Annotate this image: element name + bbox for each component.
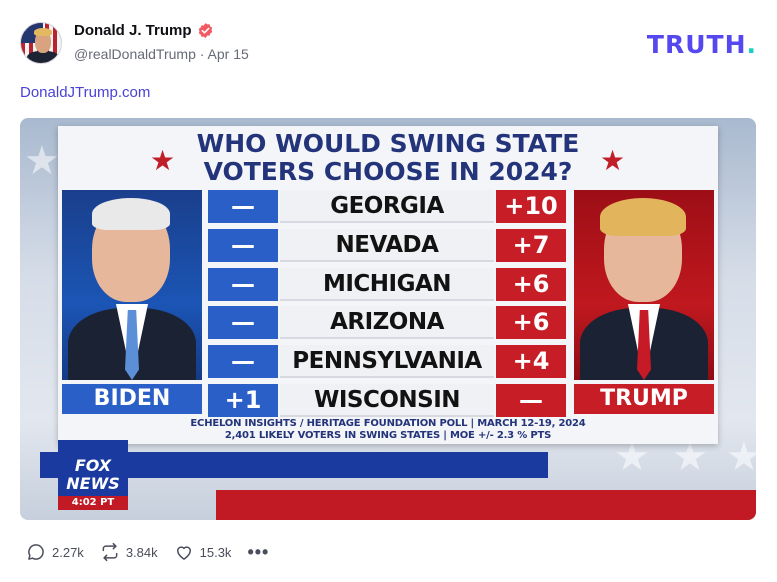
network-line-1: FOX bbox=[74, 456, 112, 475]
portrait-hair bbox=[92, 198, 170, 230]
source-line-2: 2,401 LIKELY VOTERS IN SWING STATES | MO… bbox=[224, 430, 552, 441]
biden-margin: — bbox=[208, 306, 278, 340]
trump-margin: +6 bbox=[496, 267, 566, 301]
post-actions: 2.27k 3.84k 15.3k ••• bbox=[26, 540, 269, 564]
graphic-title: WHO WOULD SWING STATE VOTERS CHOOSE IN 2… bbox=[58, 126, 718, 188]
state-name: PENNSYLVANIA bbox=[280, 345, 494, 379]
trump-portrait bbox=[574, 190, 714, 380]
source-line-1: ECHELON INSIGHTS / HERITAGE FOUNDATION P… bbox=[190, 418, 586, 429]
more-options-button[interactable]: ••• bbox=[247, 542, 269, 562]
state-name: GEORGIA bbox=[280, 190, 494, 223]
trump-margin: +10 bbox=[496, 190, 566, 223]
state-name: ARIZONA bbox=[280, 306, 494, 340]
retruth-button[interactable]: 3.84k bbox=[100, 542, 158, 562]
poll-row-arizona: — ARIZONA +6 bbox=[208, 306, 568, 340]
truth-logo[interactable]: TRUTH. bbox=[647, 30, 757, 59]
heart-icon bbox=[176, 546, 191, 560]
author-name[interactable]: Donald J. Trump bbox=[74, 22, 192, 39]
avatar-hair bbox=[34, 28, 52, 36]
reply-button[interactable]: 2.27k bbox=[26, 542, 84, 562]
avatar[interactable] bbox=[20, 22, 62, 64]
verified-badge-icon bbox=[198, 23, 212, 38]
post-image[interactable]: ★ ★ ★ ★ ★ ★ WHO WOULD SWING STATE VOTERS… bbox=[20, 118, 756, 520]
trump-margin: +7 bbox=[496, 228, 566, 262]
state-name: WISCONSIN bbox=[280, 383, 494, 417]
poll-table: — GEORGIA +10 — NEVADA +7 — MICHIGAN +6 … bbox=[208, 190, 568, 423]
like-count: 15.3k bbox=[199, 544, 232, 560]
logo-dot: . bbox=[746, 30, 757, 59]
network-line-2: NEWS bbox=[66, 474, 120, 493]
state-name: NEVADA bbox=[280, 228, 494, 262]
post-date[interactable]: Apr 15 bbox=[208, 46, 249, 62]
fox-news-logo: FOX NEWS 4:02 PT bbox=[58, 440, 128, 510]
biden-margin: — bbox=[208, 228, 278, 262]
background-star-icon: ★ bbox=[24, 138, 60, 184]
retruth-count: 3.84k bbox=[125, 544, 158, 560]
reply-count: 2.27k bbox=[52, 544, 84, 560]
biden-label: BIDEN bbox=[62, 384, 202, 414]
post-link[interactable]: DonaldJTrump.com bbox=[20, 84, 150, 101]
biden-margin: — bbox=[208, 267, 278, 301]
portrait-hair bbox=[600, 198, 686, 236]
ticker-bar bbox=[216, 490, 756, 520]
handle-row: @realDonaldTrump · Apr 15 bbox=[74, 46, 249, 62]
trump-label: TRUMP bbox=[574, 384, 714, 414]
poll-source: ECHELON INSIGHTS / HERITAGE FOUNDATION P… bbox=[58, 418, 718, 442]
title-line-1: WHO WOULD SWING STATE bbox=[196, 129, 580, 158]
poll-row-nevada: — NEVADA +7 bbox=[208, 228, 568, 262]
poll-row-georgia: — GEORGIA +10 bbox=[208, 190, 568, 223]
trump-margin: — bbox=[496, 383, 566, 417]
state-name: MICHIGAN bbox=[280, 267, 494, 301]
broadcast-time: 4:02 PT bbox=[58, 496, 128, 510]
post-header: Donald J. Trump @realDonaldTrump · Apr 1… bbox=[20, 20, 757, 68]
retruth-icon bbox=[102, 542, 118, 562]
poll-row-pennsylvania: — PENNSYLVANIA +4 bbox=[208, 345, 568, 379]
logo-text: TRUTH bbox=[646, 30, 747, 59]
poll-graphic: ★ ★ WHO WOULD SWING STATE VOTERS CHOOSE … bbox=[58, 126, 718, 444]
separator: · bbox=[199, 46, 205, 62]
background-star-icon: ★ bbox=[726, 434, 756, 480]
comment-icon bbox=[28, 544, 44, 560]
trump-margin: +6 bbox=[496, 306, 566, 340]
author-row: Donald J. Trump bbox=[74, 22, 214, 39]
trump-margin: +4 bbox=[496, 345, 566, 379]
biden-margin: — bbox=[208, 190, 278, 223]
biden-margin: +1 bbox=[208, 383, 278, 417]
like-button[interactable]: 15.3k bbox=[174, 542, 232, 562]
title-line-2: VOTERS CHOOSE IN 2024? bbox=[203, 157, 573, 186]
biden-margin: — bbox=[208, 345, 278, 379]
biden-portrait bbox=[62, 190, 202, 380]
poll-row-wisconsin: +1 WISCONSIN — bbox=[208, 383, 568, 417]
author-handle[interactable]: @realDonaldTrump bbox=[74, 46, 196, 62]
poll-row-michigan: — MICHIGAN +6 bbox=[208, 267, 568, 301]
